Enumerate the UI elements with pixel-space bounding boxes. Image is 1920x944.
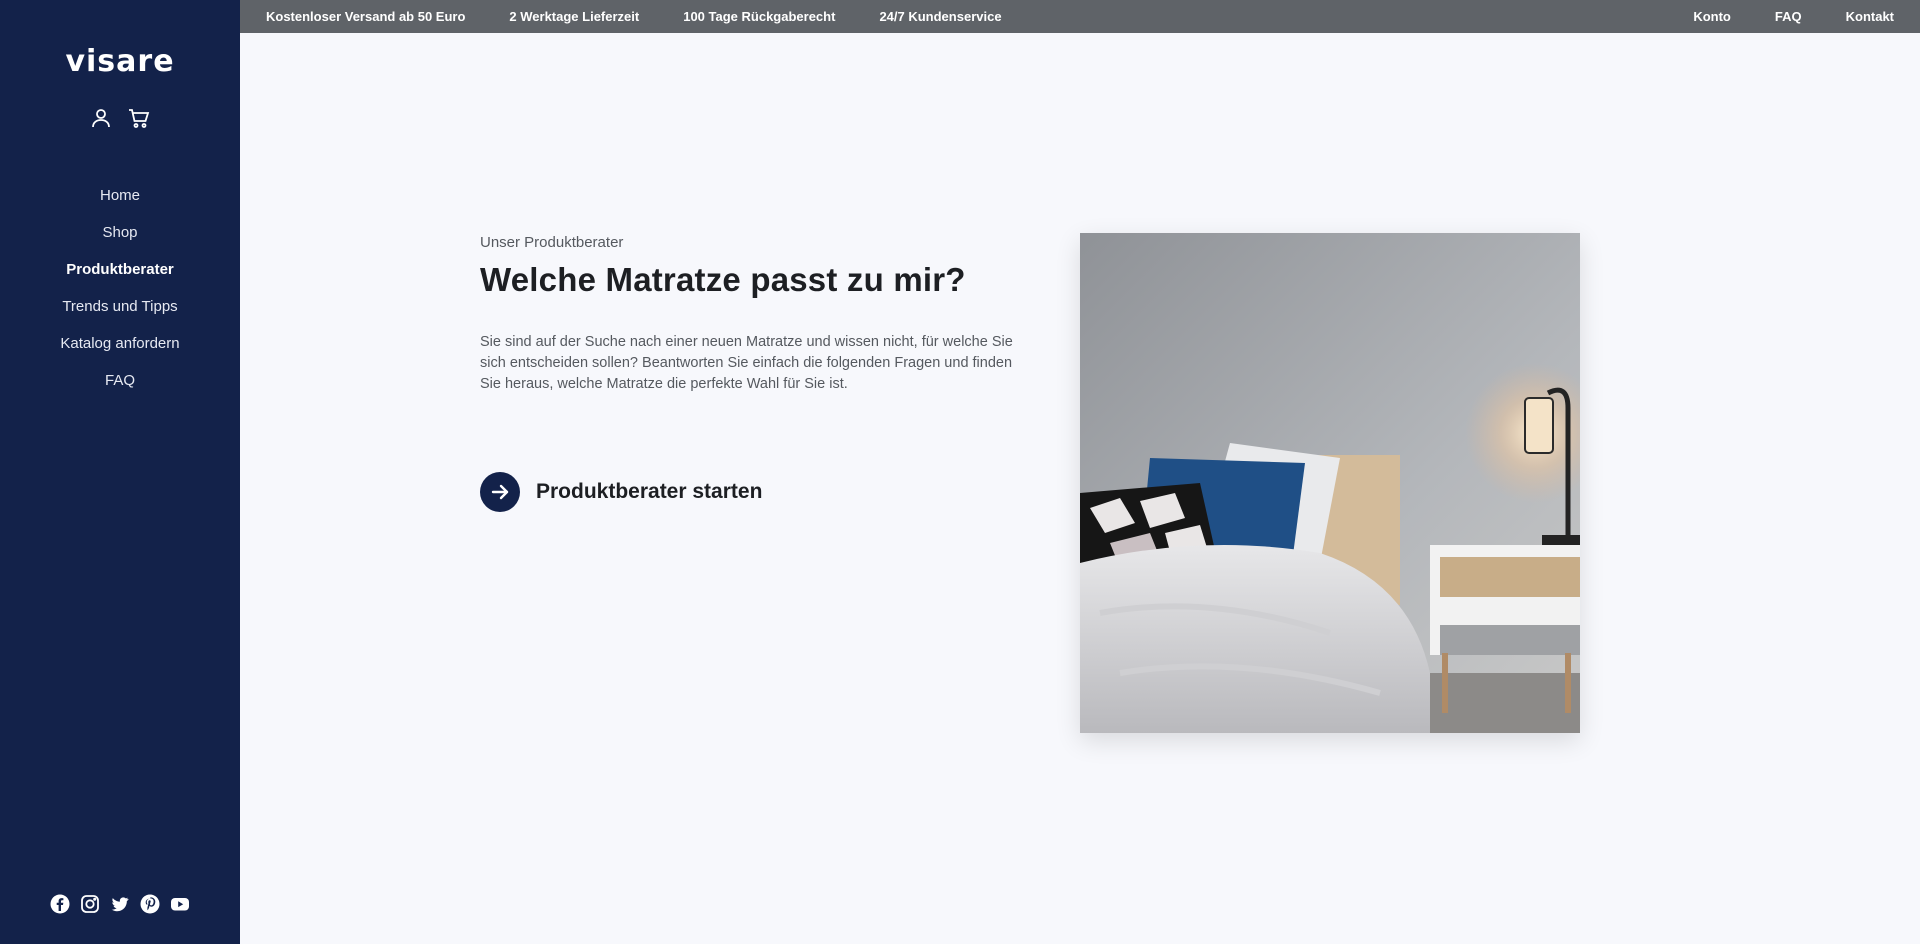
social-links <box>0 894 240 914</box>
usp-list: Kostenloser Versand ab 50 Euro 2 Werktag… <box>266 0 1002 33</box>
nav-item-faq[interactable]: FAQ <box>0 369 240 406</box>
twitter-icon[interactable] <box>110 894 130 914</box>
instagram-icon[interactable] <box>80 894 100 914</box>
brand-logo[interactable]: visare <box>0 44 240 79</box>
cart-icon[interactable] <box>127 106 151 130</box>
section-eyebrow: Unser Produktberater <box>480 234 624 251</box>
main-nav: Home Shop Produktberater Trends und Tipp… <box>0 184 240 406</box>
user-icon[interactable] <box>89 106 113 130</box>
usp-customer-service: 24/7 Kundenservice <box>879 9 1002 24</box>
nav-item-shop[interactable]: Shop <box>0 221 240 258</box>
top-link-konto[interactable]: Konto <box>1693 0 1731 33</box>
start-advisor-button[interactable]: Produktberater starten <box>480 472 762 512</box>
top-links: Konto FAQ Kontakt <box>1693 0 1894 33</box>
pinterest-icon[interactable] <box>140 894 160 914</box>
top-link-kontakt[interactable]: Kontakt <box>1846 0 1894 33</box>
top-bar: Kostenloser Versand ab 50 Euro 2 Werktag… <box>240 0 1920 33</box>
arrow-right-icon <box>480 472 520 512</box>
start-advisor-label: Produktberater starten <box>536 480 763 503</box>
youtube-icon[interactable] <box>170 894 190 914</box>
top-link-faq[interactable]: FAQ <box>1775 0 1802 33</box>
bedroom-photo <box>1080 233 1580 733</box>
intro-text: Sie sind auf der Suche nach einer neuen … <box>480 334 1013 392</box>
usp-free-shipping: Kostenloser Versand ab 50 Euro <box>266 9 466 24</box>
main-content: Unser Produktberater Welche Matratze pas… <box>240 33 1920 944</box>
nav-item-trends-und-tipps[interactable]: Trends und Tipps <box>0 295 240 332</box>
facebook-icon[interactable] <box>50 894 70 914</box>
page-title: Welche Matratze passt zu mir? <box>480 261 966 298</box>
nav-item-produktberater[interactable]: Produktberater <box>0 258 240 295</box>
usp-delivery-time: 2 Werktage Lieferzeit <box>509 9 640 24</box>
account-icons <box>0 106 240 130</box>
usp-return-policy: 100 Tage Rückgaberecht <box>683 9 836 24</box>
nav-item-katalog-anfordern[interactable]: Katalog anfordern <box>0 332 240 369</box>
sidebar: visare Home Shop Produktberater Trends u… <box>0 0 240 944</box>
nav-item-home[interactable]: Home <box>0 184 240 221</box>
